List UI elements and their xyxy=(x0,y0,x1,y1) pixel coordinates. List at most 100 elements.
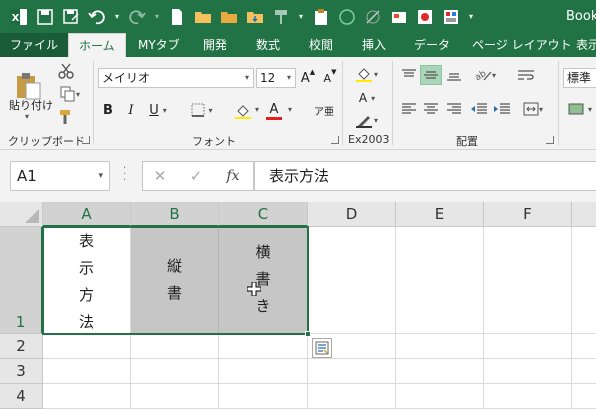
cell-e4[interactable] xyxy=(396,384,484,409)
accounting-dropdown-icon[interactable]: ▾ xyxy=(588,105,592,114)
redo-dropdown-icon[interactable]: ▾ xyxy=(152,6,162,28)
increase-font-size-button[interactable]: A ▲ xyxy=(300,68,316,88)
phonetic-button[interactable]: ア亜 xyxy=(310,100,338,120)
row-header-1[interactable]: 1 xyxy=(0,227,43,334)
wrap-text-button[interactable] xyxy=(514,65,538,85)
clipboard-icon[interactable] xyxy=(310,6,332,28)
tab-file[interactable]: ファイル xyxy=(0,33,69,57)
tab-my-tab[interactable]: MYタブ xyxy=(138,33,180,57)
cell-d1[interactable] xyxy=(308,227,396,334)
fill-color-button[interactable] xyxy=(228,100,258,122)
format-painter-dropdown-icon[interactable]: ▾ xyxy=(296,6,306,28)
cell-b4[interactable] xyxy=(131,384,219,409)
column-header-g[interactable] xyxy=(572,202,596,227)
cell-g1[interactable] xyxy=(572,227,596,334)
align-bottom-button[interactable] xyxy=(443,65,465,85)
cell-g2[interactable] xyxy=(572,334,596,359)
gallery-icon[interactable] xyxy=(440,6,462,28)
row-header-4[interactable]: 4 xyxy=(0,384,43,409)
cell-e1[interactable] xyxy=(396,227,484,334)
record-macro-icon[interactable] xyxy=(414,6,436,28)
cell-e2[interactable] xyxy=(396,334,484,359)
cell-f1[interactable] xyxy=(484,227,572,334)
save-icon[interactable] xyxy=(34,6,56,28)
folder-icon[interactable] xyxy=(218,6,240,28)
cell-g4[interactable] xyxy=(572,384,596,409)
column-header-b[interactable]: B xyxy=(131,202,219,227)
row-header-3[interactable]: 3 xyxy=(0,359,43,384)
underline-button[interactable]: U ▾ xyxy=(145,100,171,120)
tab-insert[interactable]: 挿入 xyxy=(362,33,386,57)
screenshot-icon[interactable] xyxy=(388,6,410,28)
cell-c1[interactable]: 横 書 き xyxy=(219,227,308,334)
tab-page-layout[interactable]: ページ レイアウト xyxy=(472,33,572,57)
row-header-2[interactable]: 2 xyxy=(0,334,43,359)
column-header-f[interactable]: F xyxy=(484,202,572,227)
paste-label[interactable]: 貼り付け xyxy=(9,97,53,113)
cell-b2[interactable] xyxy=(131,334,219,359)
tab-data[interactable]: データ xyxy=(414,33,450,57)
cell-d3[interactable] xyxy=(308,359,396,384)
decrease-font-size-button[interactable]: A ▼ xyxy=(322,68,338,88)
save-as-icon[interactable] xyxy=(60,6,82,28)
font-size-dropdown[interactable]: 12 ▾ xyxy=(256,68,296,88)
column-header-c[interactable]: C xyxy=(219,202,308,227)
folder-arrow-icon[interactable] xyxy=(244,6,266,28)
quick-analysis-button[interactable] xyxy=(312,338,332,358)
column-header-a[interactable]: A xyxy=(43,202,131,227)
cell-f2[interactable] xyxy=(484,334,572,359)
font-color-dropdown-icon[interactable]: ▾ xyxy=(288,105,292,114)
cut-button[interactable] xyxy=(56,61,76,81)
fill-color-dropdown-icon[interactable]: ▾ xyxy=(255,105,259,114)
cell-b1[interactable]: 縦 書 xyxy=(131,227,219,334)
ex2003-font-color-button[interactable]: A ▾ xyxy=(352,87,382,109)
cell-c4[interactable] xyxy=(219,384,308,409)
decrease-indent-button[interactable] xyxy=(468,99,490,119)
enter-icon[interactable]: ✓ xyxy=(187,166,205,186)
tab-home[interactable]: ホーム xyxy=(68,33,126,58)
customize-qat-icon[interactable]: ▾ xyxy=(466,6,476,28)
undo-icon[interactable] xyxy=(86,6,108,28)
italic-button[interactable]: I xyxy=(123,100,139,120)
cell-f3[interactable] xyxy=(484,359,572,384)
font-launcher-icon[interactable] xyxy=(331,136,339,144)
cell-b3[interactable] xyxy=(131,359,219,384)
worksheet-grid[interactable]: A B C D E F 1 2 3 4 表 示 方 法 縦 書 横 書 き xyxy=(0,202,596,409)
cell-a1[interactable]: 表 示 方 法 xyxy=(43,227,131,334)
formula-input[interactable]: 表示方法 xyxy=(254,161,596,191)
cancel-icon[interactable]: ✕ xyxy=(151,166,169,186)
format-painter-icon[interactable] xyxy=(270,6,292,28)
cell-a3[interactable] xyxy=(43,359,131,384)
cell-c3[interactable] xyxy=(219,359,308,384)
paste-dropdown-icon[interactable]: ▾ xyxy=(25,112,29,121)
select-all-corner[interactable] xyxy=(0,202,43,227)
new-document-icon[interactable] xyxy=(166,6,188,28)
align-right-button[interactable] xyxy=(443,99,465,119)
undo-dropdown-icon[interactable]: ▾ xyxy=(112,6,122,28)
cell-f4[interactable] xyxy=(484,384,572,409)
formula-bar-grip-icon[interactable]: · · · xyxy=(123,164,127,186)
align-center-button[interactable] xyxy=(420,99,442,119)
ex2003-fill-button[interactable]: ▾ xyxy=(352,63,382,85)
bold-button[interactable]: B xyxy=(100,100,116,120)
merge-center-button[interactable]: ▾ xyxy=(518,99,548,119)
font-family-dropdown[interactable]: メイリオ ▾ xyxy=(98,68,254,88)
copy-button[interactable]: ▾ xyxy=(56,84,84,104)
name-box-dropdown-icon[interactable]: ▾ xyxy=(98,162,103,190)
redo-icon[interactable] xyxy=(126,6,148,28)
tab-review[interactable]: 校閲 xyxy=(309,33,333,57)
alignment-launcher-icon[interactable] xyxy=(546,136,554,144)
ex2003-pen-button[interactable]: ▾ xyxy=(352,109,382,131)
cell-c2[interactable] xyxy=(219,334,308,359)
insert-function-icon[interactable]: fx xyxy=(223,166,243,186)
cell-a2[interactable] xyxy=(43,334,131,359)
cell-g3[interactable] xyxy=(572,359,596,384)
column-header-e[interactable]: E xyxy=(396,202,484,227)
tab-view[interactable]: 表示 xyxy=(576,33,596,57)
tab-formulas[interactable]: 数式 xyxy=(256,33,280,57)
clipboard-launcher-icon[interactable] xyxy=(82,136,90,144)
orientation-button[interactable]: ab ▾ xyxy=(470,65,500,85)
column-header-d[interactable]: D xyxy=(308,202,396,227)
tab-developer[interactable]: 開発 xyxy=(203,33,227,57)
borders-button[interactable]: ▾ xyxy=(188,100,216,120)
